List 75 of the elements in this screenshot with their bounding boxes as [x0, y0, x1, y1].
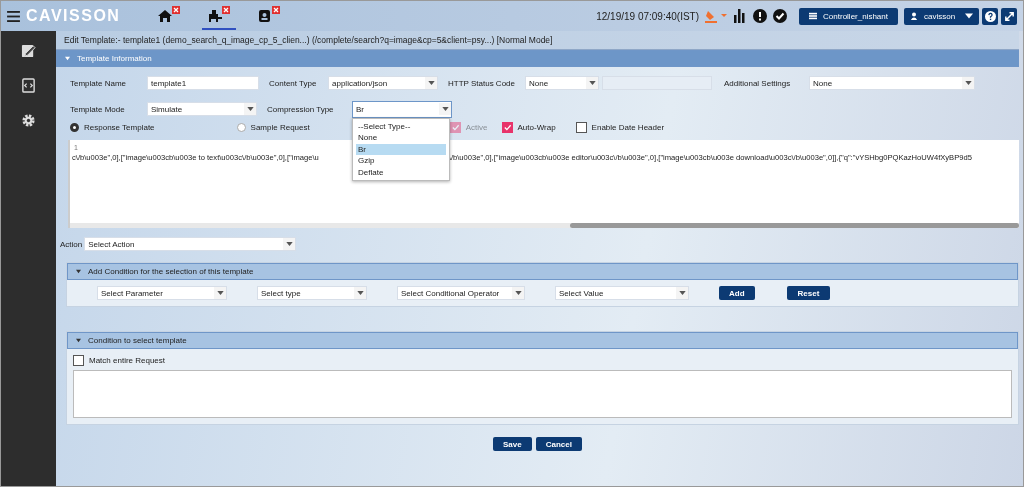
controller-button[interactable]: Controller_nishant [799, 7, 898, 25]
field-label: Action [60, 239, 83, 249]
caret-icon [441, 107, 449, 111]
section-header[interactable]: Add Condition for the selection of this template [67, 263, 1018, 280]
action-button[interactable]: Add [719, 286, 755, 300]
select-field[interactable]: Select type [257, 286, 367, 300]
field-label: HTTP Status Code [448, 78, 516, 88]
select-field[interactable]: application/json [328, 76, 438, 90]
section-title: Condition to select template [88, 336, 187, 345]
checkbox[interactable]: Match entire Request [73, 355, 1012, 366]
dropdown-option[interactable]: Gzip [356, 155, 446, 167]
home-icon [158, 10, 173, 22]
field-label: Additional Settings [724, 78, 792, 88]
select-field[interactable]: Select Parameter [97, 286, 227, 300]
radio-button[interactable]: Sample Request [236, 122, 310, 132]
field-label: Content Type [269, 78, 318, 88]
help-icon [984, 10, 996, 22]
checkbox[interactable]: Auto-Wrap [501, 121, 556, 133]
caret-icon [356, 291, 364, 295]
edit-document-icon[interactable] [21, 43, 36, 58]
alert-icon[interactable] [753, 9, 768, 23]
select-field[interactable]: Select Conditional Operator [397, 286, 525, 300]
user-icon [910, 12, 918, 20]
expand-button[interactable] [1001, 7, 1017, 25]
select-field[interactable]: None [809, 76, 975, 90]
code-file-icon[interactable] [21, 78, 36, 93]
settings-icon[interactable] [21, 113, 36, 128]
dropdown-option[interactable]: Br [356, 143, 446, 155]
caret-icon [588, 81, 596, 85]
caret-icon [678, 291, 686, 295]
help-button[interactable] [982, 7, 998, 25]
checkbox[interactable]: Enable Date Header [575, 121, 665, 133]
caret-icon [964, 81, 972, 85]
close-icon[interactable] [222, 6, 231, 14]
scrollbar-thumb[interactable] [570, 223, 1019, 228]
caret-icon [965, 12, 973, 20]
dropdown-option[interactable]: Deflate [356, 166, 446, 178]
select-field[interactable]: None [525, 76, 599, 90]
field-label: Compression Type [267, 104, 335, 114]
checkmark-icon [450, 122, 460, 132]
user-menu-button[interactable]: cavisson [904, 7, 979, 25]
text-field[interactable]: template1 [147, 76, 259, 90]
dropdown-option[interactable]: --Select Type-- [356, 120, 446, 132]
checkmark-icon [502, 122, 512, 132]
caret-icon [246, 107, 254, 111]
caret-icon [427, 81, 435, 85]
page-title: Edit Template:- template1 (demo_search_q_image_cp_5_clien...) (/complete/search?q=image&cp=5&client=psy...) [Normal Mode] [56, 31, 1019, 50]
caret-icon [285, 242, 293, 246]
field-label: Template Mode [70, 104, 126, 114]
select-field[interactable]: Simulate [147, 102, 257, 116]
section-title: Template Information [77, 54, 152, 63]
list-icon [809, 12, 818, 20]
action-button[interactable]: Save [493, 437, 532, 451]
dropdown-option[interactable]: None [356, 132, 446, 144]
check-icon[interactable] [773, 9, 788, 23]
logo: CAVISSON [26, 7, 121, 25]
expand-icon [1003, 10, 1015, 22]
field-label: Template Name [70, 78, 128, 88]
date-time: 12/19/19 07:09:40(IST) [596, 10, 700, 22]
menu-icon[interactable] [7, 10, 20, 22]
plug-icon [208, 10, 223, 22]
caret-icon [216, 291, 224, 295]
close-icon[interactable] [272, 6, 281, 14]
bar-chart-icon[interactable] [733, 9, 748, 23]
radio-button[interactable]: Response Template [70, 122, 155, 132]
section-title: Add Condition for the selection of this template [88, 267, 254, 276]
select-field[interactable]: Select Action [84, 237, 297, 251]
action-button[interactable]: Reset [786, 286, 831, 300]
close-icon[interactable] [172, 6, 181, 14]
caret-icon [514, 291, 522, 295]
select-field[interactable]: Select Value [555, 286, 689, 300]
select-field[interactable]: Br [352, 100, 452, 118]
contact-card-icon [258, 10, 273, 22]
section-header[interactable]: Condition to select template [67, 332, 1018, 349]
action-button[interactable]: Cancel [535, 437, 582, 451]
